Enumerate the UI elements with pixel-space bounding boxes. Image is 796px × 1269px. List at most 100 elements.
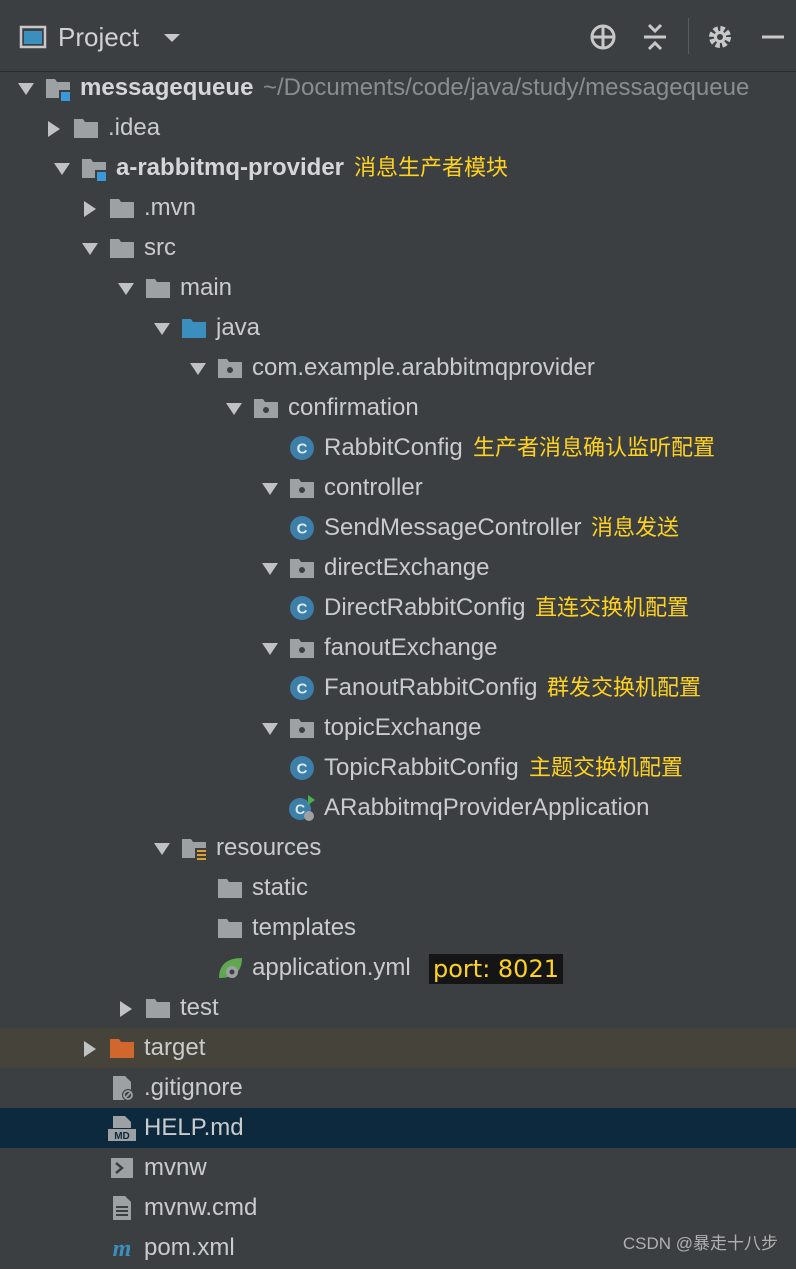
tree-node[interactable]: fanoutExchange: [0, 628, 796, 668]
locate-icon[interactable]: [586, 20, 620, 54]
tree-node-label[interactable]: mvnw: [144, 1148, 207, 1188]
tree-node-label[interactable]: DirectRabbitConfig: [324, 588, 525, 628]
tree-node[interactable]: mvnw.cmd: [0, 1188, 796, 1228]
tree-node-label[interactable]: TopicRabbitConfig: [324, 748, 519, 788]
tree-node-label[interactable]: src: [144, 228, 176, 268]
tree-node[interactable]: directExchange: [0, 548, 796, 588]
expand-arrow-down-icon[interactable]: [152, 318, 172, 338]
folder-icon: [216, 874, 244, 902]
folder-icon: [144, 994, 172, 1022]
tree-node-label[interactable]: FanoutRabbitConfig: [324, 668, 537, 708]
tree-node-label[interactable]: .mvn: [144, 188, 196, 228]
expand-arrow-down-icon[interactable]: [260, 558, 280, 578]
collapse-arrow-right-icon[interactable]: [116, 998, 136, 1018]
tree-node[interactable]: C ARabbitmqProviderApplication: [0, 788, 796, 828]
tree-node-label[interactable]: ARabbitmqProviderApplication: [324, 788, 650, 828]
expand-arrow-down-icon[interactable]: [80, 238, 100, 258]
tree-node[interactable]: templates: [0, 908, 796, 948]
collapse-all-icon[interactable]: [638, 20, 672, 54]
tree-node[interactable]: C TopicRabbitConfig 主题交换机配置: [0, 748, 796, 788]
collapse-arrow-right-icon[interactable]: [80, 198, 100, 218]
tree-node-label[interactable]: directExchange: [324, 548, 489, 588]
tree-node-label[interactable]: pom.xml: [144, 1228, 235, 1268]
tree-node-label[interactable]: test: [180, 988, 219, 1028]
tree-node-label[interactable]: application.yml: [252, 948, 411, 988]
tree-node[interactable]: src: [0, 228, 796, 268]
tree-node-label[interactable]: RabbitConfig: [324, 428, 463, 468]
tree-node-label[interactable]: java: [216, 308, 260, 348]
expand-arrow-down-icon[interactable]: [260, 718, 280, 738]
tree-node[interactable]: static: [0, 868, 796, 908]
tree-node-label[interactable]: static: [252, 868, 308, 908]
project-window-icon[interactable]: [18, 22, 48, 52]
tree-node[interactable]: resources: [0, 828, 796, 868]
expand-arrow-down-icon[interactable]: [16, 78, 36, 98]
collapse-arrow-right-icon[interactable]: [44, 118, 64, 138]
tree-node[interactable]: C DirectRabbitConfig 直连交换机配置: [0, 588, 796, 628]
tree-node[interactable]: main: [0, 268, 796, 308]
module-path: ~/Documents/code/java/study/messagequeue: [263, 74, 750, 101]
tree-node[interactable]: topicExchange: [0, 708, 796, 748]
toolbar-divider: [688, 18, 689, 54]
tree-node-label[interactable]: templates: [252, 908, 356, 948]
tree-node[interactable]: com.example.arabbitmqprovider: [0, 348, 796, 388]
expand-arrow-down-icon[interactable]: [224, 398, 244, 418]
minimize-icon[interactable]: [756, 20, 790, 54]
module-folder-icon: [80, 154, 108, 182]
shell-file-icon: [108, 1154, 136, 1182]
expand-arrow-down-icon[interactable]: [188, 358, 208, 378]
tree-node[interactable]: messagequeue ~/Documents/code/java/study/…: [0, 68, 796, 108]
package-icon: [288, 634, 316, 662]
tree-node[interactable]: mvnw: [0, 1148, 796, 1188]
annotation-note: 主题交换机配置: [529, 755, 684, 780]
tree-node[interactable]: MD HELP.md: [0, 1108, 796, 1148]
tree-node-label[interactable]: mvnw.cmd: [144, 1188, 257, 1228]
tree-node[interactable]: test: [0, 988, 796, 1028]
tree-node[interactable]: .idea: [0, 108, 796, 148]
tree-node-label[interactable]: com.example.arabbitmqprovider: [252, 348, 595, 388]
tree-node-label[interactable]: messagequeue: [80, 68, 253, 108]
tree-node-label[interactable]: controller: [324, 468, 423, 508]
tree-node-label[interactable]: .gitignore: [144, 1068, 243, 1108]
tree-node-label[interactable]: main: [180, 268, 232, 308]
collapse-arrow-right-icon[interactable]: [80, 1038, 100, 1058]
svg-text:MD: MD: [114, 1131, 130, 1142]
expand-arrow-down-icon[interactable]: [260, 638, 280, 658]
package-icon: [216, 354, 244, 382]
tree-node[interactable]: C FanoutRabbitConfig 群发交换机配置: [0, 668, 796, 708]
tree-node-label[interactable]: SendMessageController: [324, 508, 581, 548]
tree-node[interactable]: java: [0, 308, 796, 348]
svg-text:C: C: [297, 761, 308, 778]
tree-node[interactable]: .gitignore: [0, 1068, 796, 1108]
tree-node[interactable]: C SendMessageController 消息发送: [0, 508, 796, 548]
svg-text:C: C: [297, 681, 308, 698]
gear-icon[interactable]: [703, 20, 737, 54]
tree-node-label[interactable]: HELP.md: [144, 1108, 244, 1148]
annotation-note: 消息生产者模块: [354, 155, 509, 180]
module-folder-icon: [44, 74, 72, 102]
expand-arrow-down-icon[interactable]: [116, 278, 136, 298]
tree-node[interactable]: controller: [0, 468, 796, 508]
tree-node-label[interactable]: .idea: [108, 108, 160, 148]
expand-arrow-down-icon[interactable]: [152, 838, 172, 858]
tree-node-label[interactable]: target: [144, 1028, 205, 1068]
tree-node-label[interactable]: confirmation: [288, 388, 419, 428]
tree-node-label[interactable]: fanoutExchange: [324, 628, 497, 668]
tree-node[interactable]: C RabbitConfig 生产者消息确认监听配置: [0, 428, 796, 468]
maven-file-icon: m: [108, 1234, 136, 1262]
folder-icon: [216, 914, 244, 942]
chevron-down-icon[interactable]: [160, 26, 184, 50]
tree-node-label[interactable]: a-rabbitmq-provider: [116, 148, 344, 188]
tree-node[interactable]: application.yml port: 8021: [0, 948, 796, 988]
expand-arrow-down-icon[interactable]: [52, 158, 72, 178]
spring-boot-class-icon: C: [288, 794, 316, 822]
expand-arrow-down-icon[interactable]: [260, 478, 280, 498]
class-icon: C: [288, 674, 316, 702]
tree-node[interactable]: a-rabbitmq-provider 消息生产者模块: [0, 148, 796, 188]
view-title[interactable]: Project: [58, 18, 139, 56]
tree-node-label[interactable]: resources: [216, 828, 321, 868]
tree-node[interactable]: confirmation: [0, 388, 796, 428]
tree-node[interactable]: target: [0, 1028, 796, 1068]
tree-node-label[interactable]: topicExchange: [324, 708, 481, 748]
tree-node[interactable]: .mvn: [0, 188, 796, 228]
